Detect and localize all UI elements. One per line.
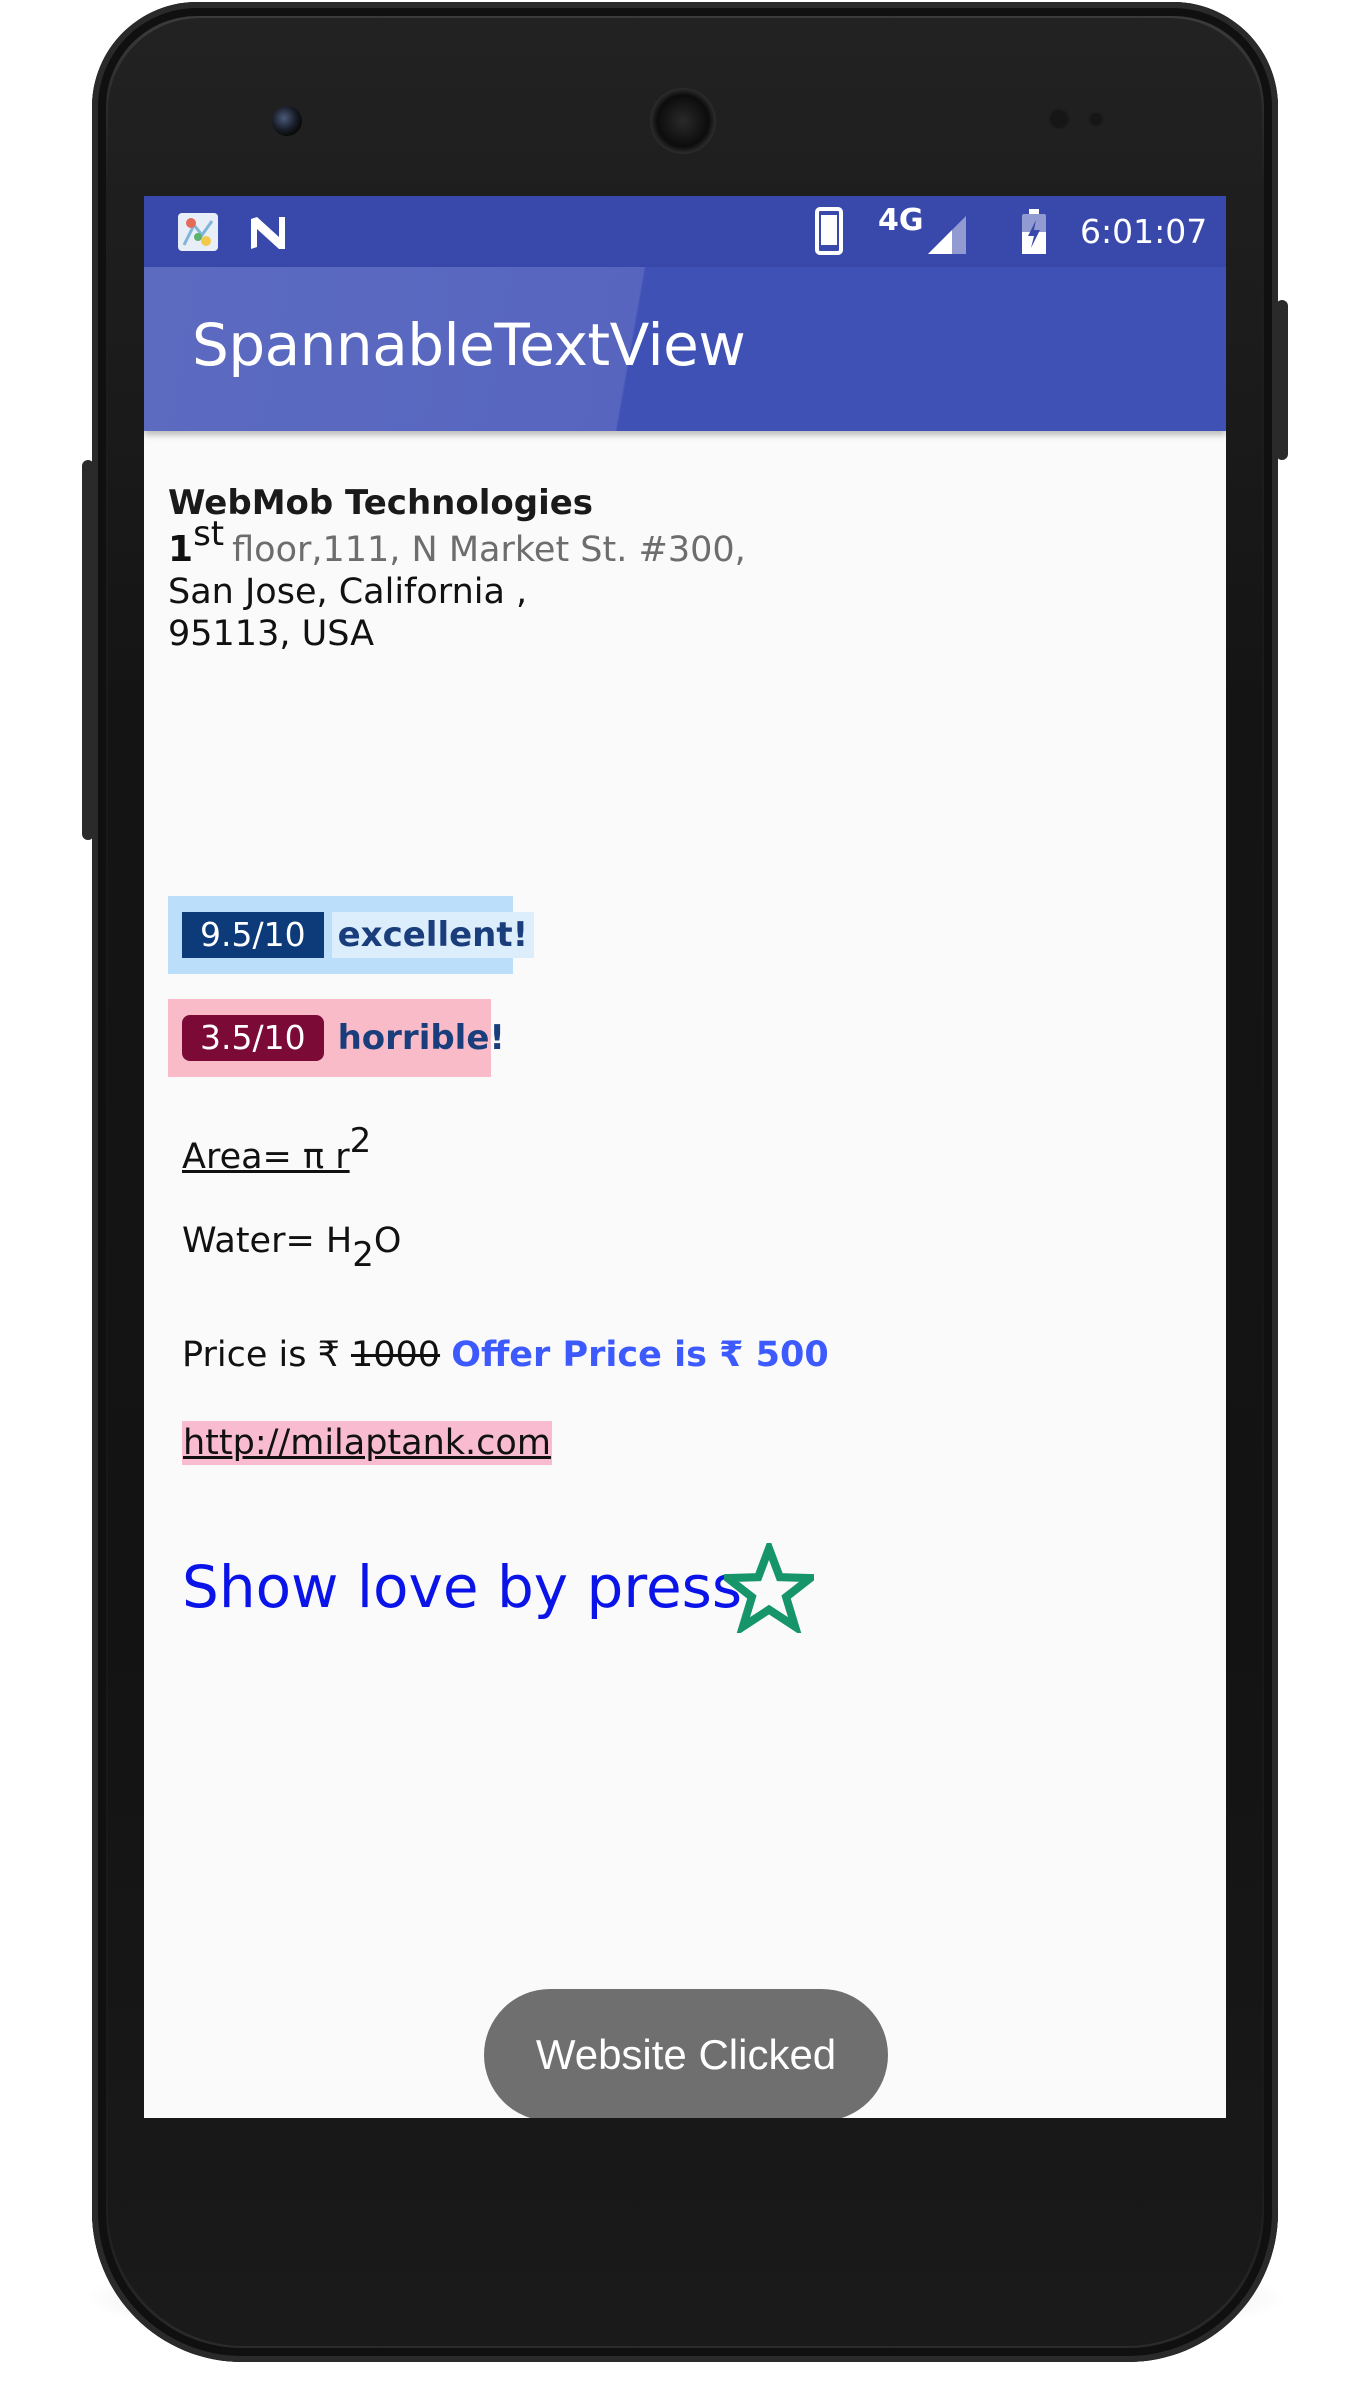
status-bar: 4G 6:01:07 (144, 196, 1226, 267)
toast-message: Website Clicked (484, 1989, 888, 2118)
water-formula: Water= H2O (182, 1221, 402, 1275)
area-exponent: 2 (349, 1121, 372, 1161)
battery-icon (1022, 209, 1046, 254)
address-line-2: San Jose, California , (168, 572, 528, 612)
area-formula: Area= π r2 (182, 1121, 371, 1177)
address-line-1: 1st floor,111, N Market St. #300, (168, 514, 746, 570)
status-time: 6:01:07 (1080, 212, 1208, 251)
network-type-label: 4G (878, 203, 924, 238)
floor-suffix: st (193, 514, 225, 554)
star-outline-icon[interactable] (724, 1543, 814, 1633)
address-line-1-rest: floor,111, N Market St. #300, (232, 530, 746, 570)
power-button (1276, 300, 1288, 460)
floor-number: 1 (168, 529, 194, 570)
rating-score: 9.5/10 (182, 912, 324, 958)
water-formula-suffix: O (373, 1221, 402, 1261)
n-notification-icon (251, 217, 285, 249)
rating-label: horrible! (337, 1018, 505, 1058)
rating-excellent: 9.5/10 excellent! (168, 896, 535, 974)
volume-button (82, 460, 94, 840)
company-name: WebMob Technologies (168, 483, 594, 523)
show-love-text: Show love by press (182, 1553, 743, 1621)
content-area: WebMob Technologies 1st floor,111, N Mark… (144, 431, 1226, 2118)
front-camera-icon (272, 106, 302, 136)
old-price: 1000 (350, 1335, 441, 1375)
rating-horrible: 3.5/10 horrible! (168, 999, 505, 1077)
price-prefix: Price is ₹ (182, 1335, 351, 1375)
light-sensor-icon (1090, 113, 1102, 125)
screen: 4G 6:01:07 SpannableTextView WebMob Tech… (144, 196, 1226, 2118)
page: 4G 6:01:07 SpannableTextView WebMob Tech… (0, 0, 1370, 2405)
water-subscript: 2 (352, 1235, 374, 1275)
rating-score: 3.5/10 (182, 1015, 324, 1061)
area-formula-text: Area= π r (182, 1137, 350, 1177)
address-line-3: 95113, USA (168, 614, 375, 654)
price-line: Price is ₹ 1000 Offer Price is ₹ 500 (182, 1335, 829, 1375)
proximity-sensor-icon (1050, 110, 1068, 128)
phone-icon (815, 207, 843, 255)
offer-price: Offer Price is ₹ 500 (451, 1335, 829, 1375)
water-formula-text: Water= H (182, 1221, 353, 1261)
rating-label: excellent! (331, 912, 535, 958)
signal-icon (928, 216, 966, 254)
app-bar: SpannableTextView (144, 267, 1226, 431)
website-link[interactable]: http://milaptank.com (182, 1421, 552, 1465)
app-title: SpannableTextView (192, 311, 746, 379)
maps-notification-icon (178, 213, 218, 251)
earpiece-speaker-icon (650, 88, 716, 154)
